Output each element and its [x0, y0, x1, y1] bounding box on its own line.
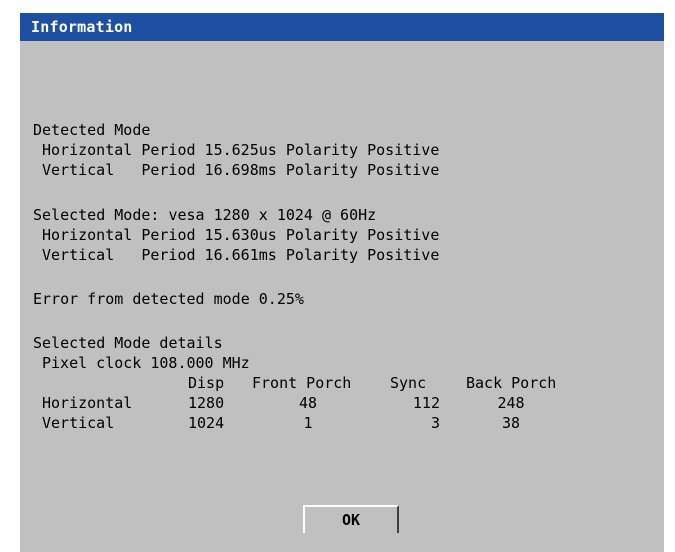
header-front-porch: Front Porch: [252, 374, 352, 392]
information-dialog: Information Detected Mode Horizontal Per…: [20, 13, 664, 552]
detected-vertical-line: Vertical Period 16.698ms Polarity Positi…: [42, 161, 440, 179]
row-sync: 112: [412, 394, 440, 412]
header-disp: Disp: [188, 374, 225, 392]
row-sync: 3: [430, 414, 440, 432]
dialog-title: Information: [20, 13, 664, 41]
detected-mode-heading: Detected Mode: [33, 121, 151, 139]
header-back-porch: Back Porch: [466, 374, 557, 392]
row-front-porch: 48: [298, 394, 318, 412]
row-disp: 1280: [188, 394, 225, 412]
error-from-detected-mode: Error from detected mode 0.25%: [33, 290, 304, 308]
selected-mode-heading: Selected Mode: vesa 1280 x 1024 @ 60Hz: [33, 206, 377, 224]
row-label: Horizontal: [42, 394, 133, 412]
row-back-porch: 38: [501, 414, 521, 432]
ok-button[interactable]: OK: [303, 505, 399, 533]
selected-horizontal-line: Horizontal Period 15.630us Polarity Posi…: [42, 226, 440, 244]
row-disp: 1024: [188, 414, 225, 432]
mode-details-heading: Selected Mode details: [33, 334, 223, 352]
row-label: Vertical: [42, 414, 115, 432]
header-sync: Sync: [390, 374, 427, 392]
row-front-porch: 1: [303, 414, 313, 432]
dialog-content: Detected Mode Horizontal Period 15.625us…: [20, 41, 664, 552]
row-back-porch: 248: [497, 394, 525, 412]
selected-vertical-line: Vertical Period 16.661ms Polarity Positi…: [42, 246, 440, 264]
detected-horizontal-line: Horizontal Period 15.625us Polarity Posi…: [42, 141, 440, 159]
pixel-clock: Pixel clock 108.000 MHz: [42, 354, 250, 372]
